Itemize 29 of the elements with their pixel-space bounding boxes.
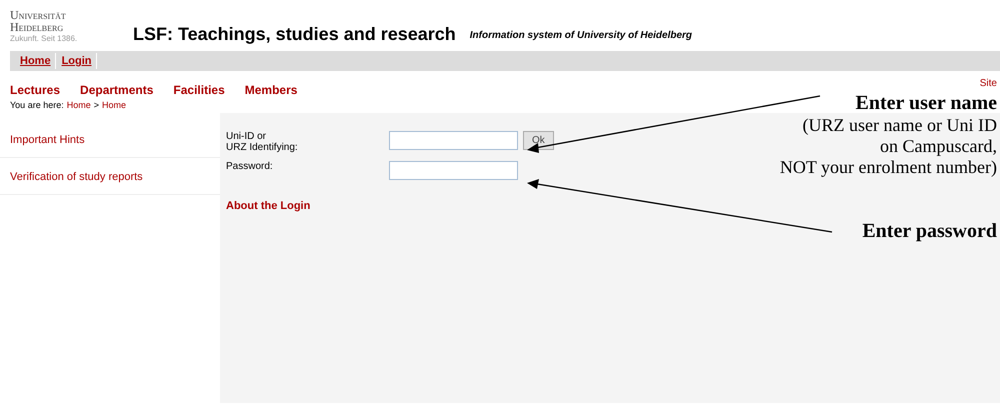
top-bar-link[interactable]: Login bbox=[60, 52, 96, 70]
annotation-text: NOT your enrolment number) bbox=[780, 157, 997, 178]
nav-link[interactable]: Facilities bbox=[173, 81, 225, 99]
about-login-link[interactable]: About the Login bbox=[226, 198, 310, 214]
top-bar-link[interactable]: Home bbox=[18, 52, 56, 70]
logo-tagline: Zukunft. Seit 1386. bbox=[10, 33, 78, 45]
nav-link[interactable]: Departments bbox=[80, 81, 154, 99]
breadcrumb-link[interactable]: Home bbox=[102, 99, 126, 111]
breadcrumb-link[interactable]: Home bbox=[66, 99, 91, 111]
sidebar-link[interactable]: Important Hints bbox=[10, 134, 85, 146]
page-subtitle: Information system of University of Heidelberg bbox=[470, 29, 692, 43]
page-title: LSF: Teachings, studies and research bbox=[133, 24, 456, 44]
annotation-text: (URZ user name or Uni ID bbox=[802, 115, 997, 136]
annotation-title: Enter password bbox=[862, 219, 997, 243]
sidebar-link[interactable]: Verification of study reports bbox=[10, 171, 143, 183]
input-field[interactable] bbox=[389, 161, 518, 180]
input-field[interactable] bbox=[389, 131, 518, 150]
site-link[interactable]: Site bbox=[980, 78, 997, 90]
field-label: Password: bbox=[226, 161, 274, 172]
annotation-text: on Campuscard, bbox=[880, 136, 997, 157]
logo-text: Universität bbox=[10, 9, 66, 21]
breadcrumb-separator: > bbox=[94, 99, 99, 111]
nav-link[interactable]: Members bbox=[244, 81, 298, 99]
annotation-title: Enter user name bbox=[856, 91, 997, 115]
field-label: Uni-ID or URZ Identifying: bbox=[226, 131, 299, 153]
logo-text: Heidelberg bbox=[10, 21, 64, 33]
ok-button[interactable]: Ok bbox=[523, 131, 554, 150]
breadcrumb-label: You are here: bbox=[10, 99, 64, 111]
nav-link[interactable]: Lectures bbox=[10, 81, 60, 99]
